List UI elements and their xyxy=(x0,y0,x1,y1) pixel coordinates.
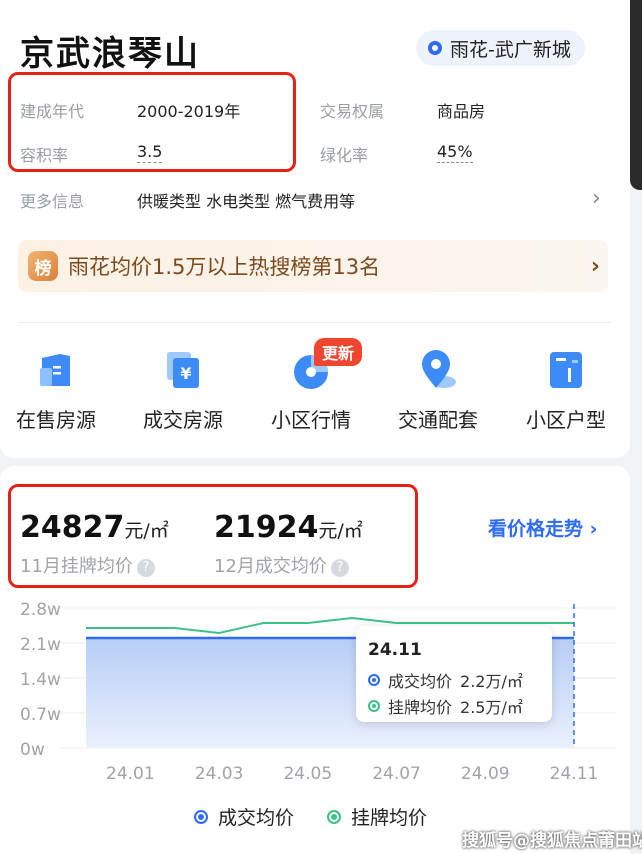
divider xyxy=(18,322,612,323)
x-tick-label: 24.11 xyxy=(550,764,599,784)
more-info-value[interactable]: 供暖类型 水电类型 燃气费用等 xyxy=(137,188,355,212)
rank-text: 雨花均价1.5万以上热搜榜第13名 xyxy=(68,255,381,279)
x-tick-label: 24.09 xyxy=(461,764,510,784)
y-tick-label: 0.7w xyxy=(20,705,61,725)
green-value[interactable]: 45% xyxy=(437,142,473,163)
tooltip-value: 2.5万/㎡ xyxy=(460,698,523,717)
nav-label: 在售房源 xyxy=(16,408,96,432)
chart-tooltip: 24.11 成交均价 2.2万/㎡ 挂牌均价 2.5万/㎡ xyxy=(356,626,552,722)
nav-item-listings[interactable]: 在售房源 xyxy=(0,350,112,433)
nav-label: 小区户型 xyxy=(526,408,606,432)
rank-chevron-icon: › xyxy=(590,253,600,279)
chart-y-axis: 0w 0.7w 1.4w 2.1w 2.8w xyxy=(20,600,61,760)
chart-x-axis: 24.01 24.03 24.05 24.07 24.09 24.11 xyxy=(106,764,598,784)
tooltip-row-listing: 挂牌均价 2.5万/㎡ xyxy=(368,694,523,718)
watermark: 搜狐号@搜狐焦点莆田站 xyxy=(462,831,642,851)
listing-legend-dot-icon xyxy=(327,809,341,824)
deal-legend-dot-icon xyxy=(194,809,208,824)
nav-label: 小区行情 xyxy=(271,408,351,432)
green-label: 绿化率 xyxy=(320,146,369,165)
nav-label: 成交房源 xyxy=(143,408,223,432)
deal-dot-icon xyxy=(368,674,380,686)
rank-badge-icon: 榜 xyxy=(28,251,58,281)
deal-icon: ¥ xyxy=(163,350,203,390)
highlight-box-basic-info xyxy=(8,72,296,172)
community-title: 京武浪琴山 xyxy=(20,34,200,74)
y-tick-label: 0w xyxy=(20,740,45,760)
location-text: 雨花-武广新城 xyxy=(450,38,571,61)
legend-label: 挂牌均价 xyxy=(351,807,428,829)
adjacent-panel-edge xyxy=(630,0,642,190)
location-pin-icon xyxy=(428,41,442,55)
nav-item-floorplans[interactable]: 小区户型 xyxy=(510,350,622,433)
rank-banner[interactable]: 榜 雨花均价1.5万以上热搜榜第13名 › xyxy=(18,240,608,292)
x-tick-label: 24.05 xyxy=(283,764,332,784)
tooltip-value: 2.2万/㎡ xyxy=(460,672,523,691)
svg-text:¥: ¥ xyxy=(180,364,191,383)
y-tick-label: 1.4w xyxy=(20,670,61,690)
trade-value: 商品房 xyxy=(437,102,486,121)
tooltip-title: 24.11 xyxy=(368,640,422,660)
tooltip-label: 成交均价 xyxy=(388,672,453,691)
x-tick-label: 24.01 xyxy=(106,764,155,784)
nav-item-transport[interactable]: 交通配套 xyxy=(382,350,494,433)
legend-label: 成交均价 xyxy=(218,807,295,829)
trade-label: 交易权属 xyxy=(320,102,385,121)
highlight-box-prices xyxy=(8,484,418,588)
y-tick-label: 2.8w xyxy=(20,600,61,620)
more-info-label[interactable]: 更多信息 xyxy=(20,188,84,212)
price-trend-link[interactable]: 看价格走势 › xyxy=(488,514,597,541)
legend-item-listing[interactable]: 挂牌均价 xyxy=(327,803,427,830)
more-info-chevron-icon[interactable]: › xyxy=(592,186,601,211)
location-tag[interactable]: 雨花-武广新城 xyxy=(416,30,585,66)
nav-item-deals[interactable]: ¥ 成交房源 xyxy=(127,350,239,433)
tooltip-label: 挂牌均价 xyxy=(388,698,453,717)
y-tick-label: 2.1w xyxy=(20,635,61,655)
floorplan-icon xyxy=(546,350,586,390)
location-icon xyxy=(418,350,458,390)
legend-item-deal[interactable]: 成交均价 xyxy=(194,803,294,830)
x-tick-label: 24.07 xyxy=(372,764,421,784)
tooltip-row-deal: 成交均价 2.2万/㎡ xyxy=(368,668,523,692)
nav-label: 交通配套 xyxy=(398,408,478,432)
listing-dot-icon xyxy=(368,700,380,712)
x-tick-label: 24.03 xyxy=(195,764,244,784)
new-badge: 更新 xyxy=(314,338,363,366)
listing-icon xyxy=(36,350,76,390)
